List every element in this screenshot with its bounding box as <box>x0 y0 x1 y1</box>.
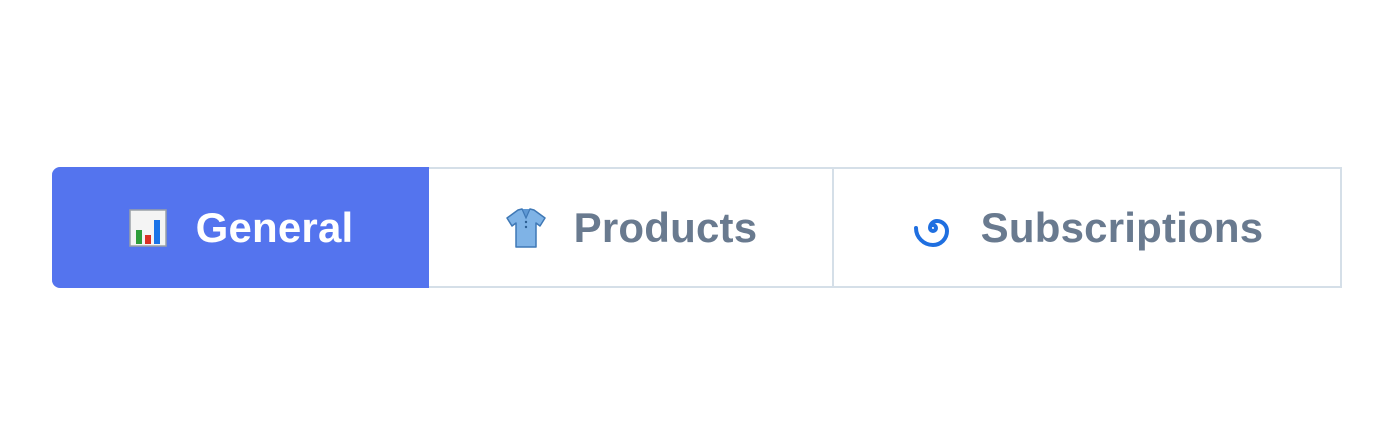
tab-subscriptions-label: Subscriptions <box>980 203 1264 251</box>
tab-general-label: General <box>195 203 354 251</box>
tab-bar: General Products Subscriptions <box>52 167 1342 288</box>
cyclone-icon <box>911 206 955 250</box>
shirt-icon <box>504 206 548 250</box>
tab-subscriptions[interactable]: Subscriptions <box>834 167 1342 288</box>
tab-products[interactable]: Products <box>429 167 834 288</box>
tab-general[interactable]: General <box>52 167 429 288</box>
bar-chart-icon <box>126 206 170 250</box>
tab-products-label: Products <box>573 203 758 251</box>
